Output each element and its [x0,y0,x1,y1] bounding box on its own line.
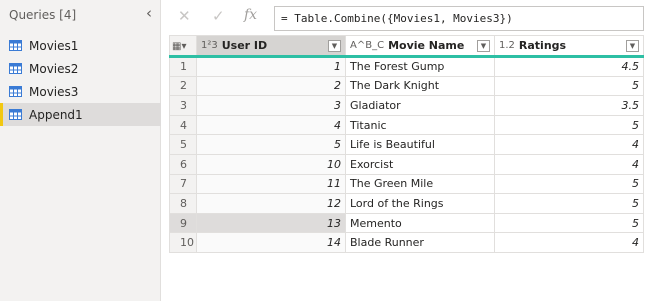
cell-user-id[interactable]: 10 [196,153,346,175]
cell-movie-name[interactable]: Lord of the Rings [345,193,495,214]
cell-rating[interactable]: 5 [494,193,644,214]
cell-user-id[interactable]: 3 [196,95,346,116]
cell-movie-name[interactable]: The Forest Gump [345,56,495,77]
query-label: Append1 [29,107,83,122]
table-row[interactable]: 9 13 Memento 5 [169,212,644,234]
cell-movie-name[interactable]: Blade Runner [345,232,495,253]
commit-formula-icon[interactable]: ✓ [212,7,225,25]
cancel-formula-icon[interactable]: ✕ [178,7,191,25]
table-icon [9,40,22,51]
query-item-movies2[interactable]: Movies2 [0,57,161,80]
filter-dropdown-icon[interactable]: ▼ [477,39,490,52]
table-row[interactable]: 2 2 The Dark Knight 5 [169,75,644,97]
cell-user-id[interactable]: 11 [196,173,346,195]
insert-function-icon[interactable]: fx [244,7,257,23]
cell-rating[interactable]: 5 [494,173,644,195]
cell-movie-name[interactable]: Life is Beautiful [345,134,495,155]
row-number[interactable]: 8 [169,193,197,214]
cell-rating[interactable]: 5 [494,75,644,97]
query-item-movies3[interactable]: Movies3 [0,80,161,103]
row-number[interactable]: 10 [169,232,197,253]
queries-pane: Queries [4] ‹ Movies1 Movies2 Movies3 Ap… [0,0,161,301]
query-label: Movies2 [29,61,79,76]
row-number[interactable]: 5 [169,134,197,155]
table-row[interactable]: 3 3 Gladiator 3.5 [169,95,644,116]
cell-movie-name[interactable]: Gladiator [345,95,495,116]
queries-header: Queries [4] [9,8,77,22]
row-number[interactable]: 4 [169,114,197,136]
table-menu-icon[interactable]: ▦▾ [169,35,197,58]
formula-bar: ✕ ✓ fx = Table.Combine({Movies1, Movies3… [169,6,644,31]
table-row[interactable]: 4 4 Titanic 5 [169,114,644,136]
formula-input[interactable]: = Table.Combine({Movies1, Movies3}) [274,6,644,31]
table-row[interactable]: 10 14 Blade Runner 4 [169,232,644,253]
cell-movie-name[interactable]: The Green Mile [345,173,495,195]
cell-rating[interactable]: 4 [494,153,644,175]
cell-user-id[interactable]: 13 [196,212,346,234]
cell-movie-name[interactable]: Exorcist [345,153,495,175]
column-label: User ID [221,39,268,52]
text-type-icon[interactable]: A^B_C [350,40,384,51]
cell-user-id[interactable]: 5 [196,134,346,155]
query-item-movies1[interactable]: Movies1 [0,34,161,57]
query-label: Movies3 [29,84,79,99]
cell-rating[interactable]: 4 [494,134,644,155]
cell-movie-name[interactable]: Titanic [345,114,495,136]
cell-movie-name[interactable]: Memento [345,212,495,234]
table-row[interactable]: 1 1 The Forest Gump 4.5 [169,56,644,77]
row-number[interactable]: 1 [169,56,197,77]
column-header-ratings[interactable]: 1.2 Ratings ▼ [494,35,644,58]
cell-rating[interactable]: 3.5 [494,95,644,116]
table-row[interactable]: 6 10 Exorcist 4 [169,153,644,175]
cell-movie-name[interactable]: The Dark Knight [345,75,495,97]
query-label: Movies1 [29,38,79,53]
table-icon [9,63,22,74]
filter-dropdown-icon[interactable]: ▼ [328,39,341,52]
column-header-movie-name[interactable]: A^B_C Movie Name ▼ [345,35,495,58]
cell-rating[interactable]: 4.5 [494,56,644,77]
cell-user-id[interactable]: 4 [196,114,346,136]
row-number[interactable]: 3 [169,95,197,116]
table-row[interactable]: 8 12 Lord of the Rings 5 [169,193,644,214]
table-icon [9,86,22,97]
row-number[interactable]: 7 [169,173,197,195]
column-header-user-id[interactable]: 1²3 User ID ▼ [196,35,346,58]
row-number[interactable]: 9 [169,212,197,234]
row-number[interactable]: 6 [169,153,197,175]
table-grid-icon[interactable]: ▦▾ [172,41,186,52]
data-grid: ▦▾ 1²3 User ID ▼ A^B_C Movie Name ▼ 1.2 … [169,35,644,253]
cell-rating[interactable]: 5 [494,114,644,136]
row-number[interactable]: 2 [169,75,197,97]
collapse-pane-icon[interactable]: ‹ [146,4,152,22]
query-list: Movies1 Movies2 Movies3 Append1 [0,34,161,126]
column-label: Ratings [518,39,567,52]
cell-user-id[interactable]: 12 [196,193,346,214]
cell-user-id[interactable]: 2 [196,75,346,97]
cell-rating[interactable]: 5 [494,212,644,234]
column-label: Movie Name [388,39,465,52]
cell-rating[interactable]: 4 [494,232,644,253]
header-row: ▦▾ 1²3 User ID ▼ A^B_C Movie Name ▼ 1.2 … [169,35,644,58]
whole-number-type-icon[interactable]: 1²3 [201,40,218,51]
query-item-append1[interactable]: Append1 [0,103,161,126]
cell-user-id[interactable]: 14 [196,232,346,253]
table-icon [9,109,22,120]
table-row[interactable]: 7 11 The Green Mile 5 [169,173,644,195]
filter-dropdown-icon[interactable]: ▼ [626,39,639,52]
cell-user-id[interactable]: 1 [196,56,346,77]
table-row[interactable]: 5 5 Life is Beautiful 4 [169,134,644,155]
decimal-type-icon[interactable]: 1.2 [499,40,515,51]
